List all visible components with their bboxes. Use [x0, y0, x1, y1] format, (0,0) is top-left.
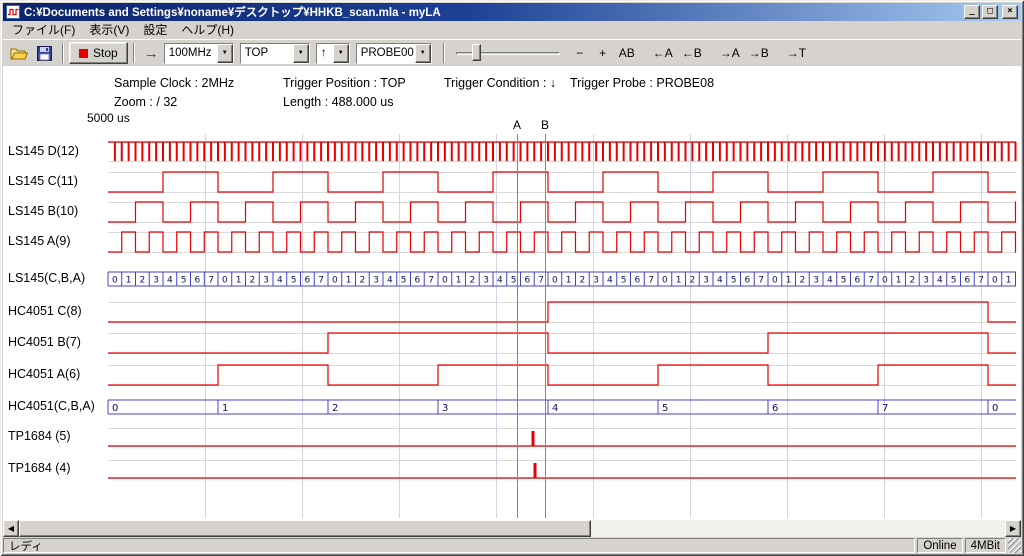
toolbar: Stop → 100MHz ▼ TOP ▼ ↑ ▼ PROBE00 ▼ − + … [3, 39, 1021, 66]
horizontal-scrollbar[interactable]: ◀ ▶ [3, 520, 1021, 537]
channel-label: HC4051 B(7) [8, 335, 81, 349]
trigger-position-select[interactable]: TOP ▼ [240, 43, 310, 64]
save-floppy-icon [37, 46, 52, 61]
menu-help[interactable]: ヘルプ(H) [174, 19, 241, 41]
app-icon [6, 5, 20, 19]
channel-label: HC4051(C,B,A) [8, 399, 95, 413]
goto-trigger-button[interactable]: →T [783, 42, 810, 64]
channel-label: LS145(C,B,A) [8, 271, 85, 285]
scroll-right-icon[interactable]: ▶ [1005, 520, 1021, 537]
trigger-position-info: Trigger Position : TOP [283, 76, 406, 90]
channel-label: LS145 B(10) [8, 204, 78, 218]
save-file-button[interactable] [33, 42, 56, 64]
chevron-down-icon[interactable]: ▼ [293, 44, 309, 63]
trigger-probe-select[interactable]: PROBE00 ▼ [356, 43, 432, 64]
marker-a-label: A [509, 118, 525, 132]
chevron-down-icon[interactable]: ▼ [333, 44, 349, 63]
status-online: Online [917, 538, 962, 553]
menu-settings[interactable]: 設定 [136, 19, 174, 41]
trigger-probe-info: Trigger Probe : PROBE08 [570, 76, 714, 90]
channel-label: LS145 D(12) [8, 144, 79, 158]
channel-label: TP1684 (4) [8, 461, 71, 475]
trigger-edge-select[interactable]: ↑ ▼ [316, 43, 350, 64]
channel-label: LS145 A(9) [8, 234, 71, 248]
ab-markers-button[interactable]: AB [615, 42, 639, 64]
menu-view[interactable]: 表示(V) [82, 19, 136, 41]
channel-label: HC4051 C(8) [8, 304, 82, 318]
window-title: C:¥Documents and Settings¥noname¥デスクトップ¥… [24, 4, 962, 20]
timebase-label: 5000 us [87, 111, 130, 125]
resize-grip[interactable] [1008, 538, 1021, 553]
zoom-in-button[interactable]: + [592, 42, 614, 64]
maximize-button[interactable]: □ [982, 5, 998, 19]
trigger-probe-value: PROBE00 [357, 44, 415, 63]
sample-clock-info: Sample Clock : 2MHz [114, 76, 234, 90]
channel-label: TP1684 (5) [8, 429, 71, 443]
chevron-down-icon[interactable]: ▼ [217, 44, 233, 63]
channel-label: LS145 C(11) [8, 174, 78, 188]
scrollbar-track[interactable] [19, 520, 1005, 537]
set-marker-b-button[interactable]: →B [745, 42, 773, 64]
sample-clock-value: 100MHz [165, 44, 217, 63]
close-button[interactable]: × [1002, 5, 1018, 19]
goto-marker-b-button[interactable]: ←B [678, 42, 706, 64]
scroll-left-icon[interactable]: ◀ [3, 520, 19, 537]
open-folder-icon [10, 46, 28, 61]
trigger-condition-info: Trigger Condition : ↓ [444, 76, 556, 90]
status-memory: 4MBit [965, 538, 1006, 553]
channel-label: HC4051 A(6) [8, 367, 80, 381]
trigger-edge-value: ↑ [317, 44, 333, 63]
sample-clock-select[interactable]: 100MHz ▼ [164, 43, 234, 64]
scrollbar-thumb[interactable] [19, 520, 591, 537]
toolbar-separator [62, 43, 64, 63]
status-ready: レディ [3, 538, 915, 553]
set-marker-a-button[interactable]: →A [716, 42, 744, 64]
menubar: ファイル(F) 表示(V) 設定 ヘルプ(H) [3, 21, 1021, 39]
stop-label: Stop [93, 46, 118, 60]
chevron-down-icon[interactable]: ▼ [415, 44, 431, 63]
slider-thumb[interactable] [472, 44, 481, 61]
statusbar: レディ Online 4MBit [3, 537, 1021, 553]
trigger-position-value: TOP [241, 44, 293, 63]
marker-b-label: B [537, 118, 553, 132]
goto-marker-a-button[interactable]: ←A [649, 42, 677, 64]
zoom-slider[interactable] [452, 41, 564, 65]
stop-square-icon [79, 49, 88, 58]
open-file-button[interactable] [6, 42, 32, 64]
zoom-info: Zoom : / 32 [114, 95, 177, 109]
run-button[interactable]: → [140, 42, 163, 64]
toolbar-separator [133, 43, 135, 63]
stop-button[interactable]: Stop [69, 42, 128, 64]
toolbar-separator [443, 43, 445, 63]
zoom-out-button[interactable]: − [569, 42, 591, 64]
menu-file[interactable]: ファイル(F) [5, 19, 82, 41]
length-info: Length : 488.000 us [283, 95, 394, 109]
waveform-area[interactable] [3, 66, 1021, 520]
app-window: 0123456701234567012345670123456701234567… [0, 0, 1024, 556]
minimize-button[interactable]: _ [964, 5, 980, 19]
